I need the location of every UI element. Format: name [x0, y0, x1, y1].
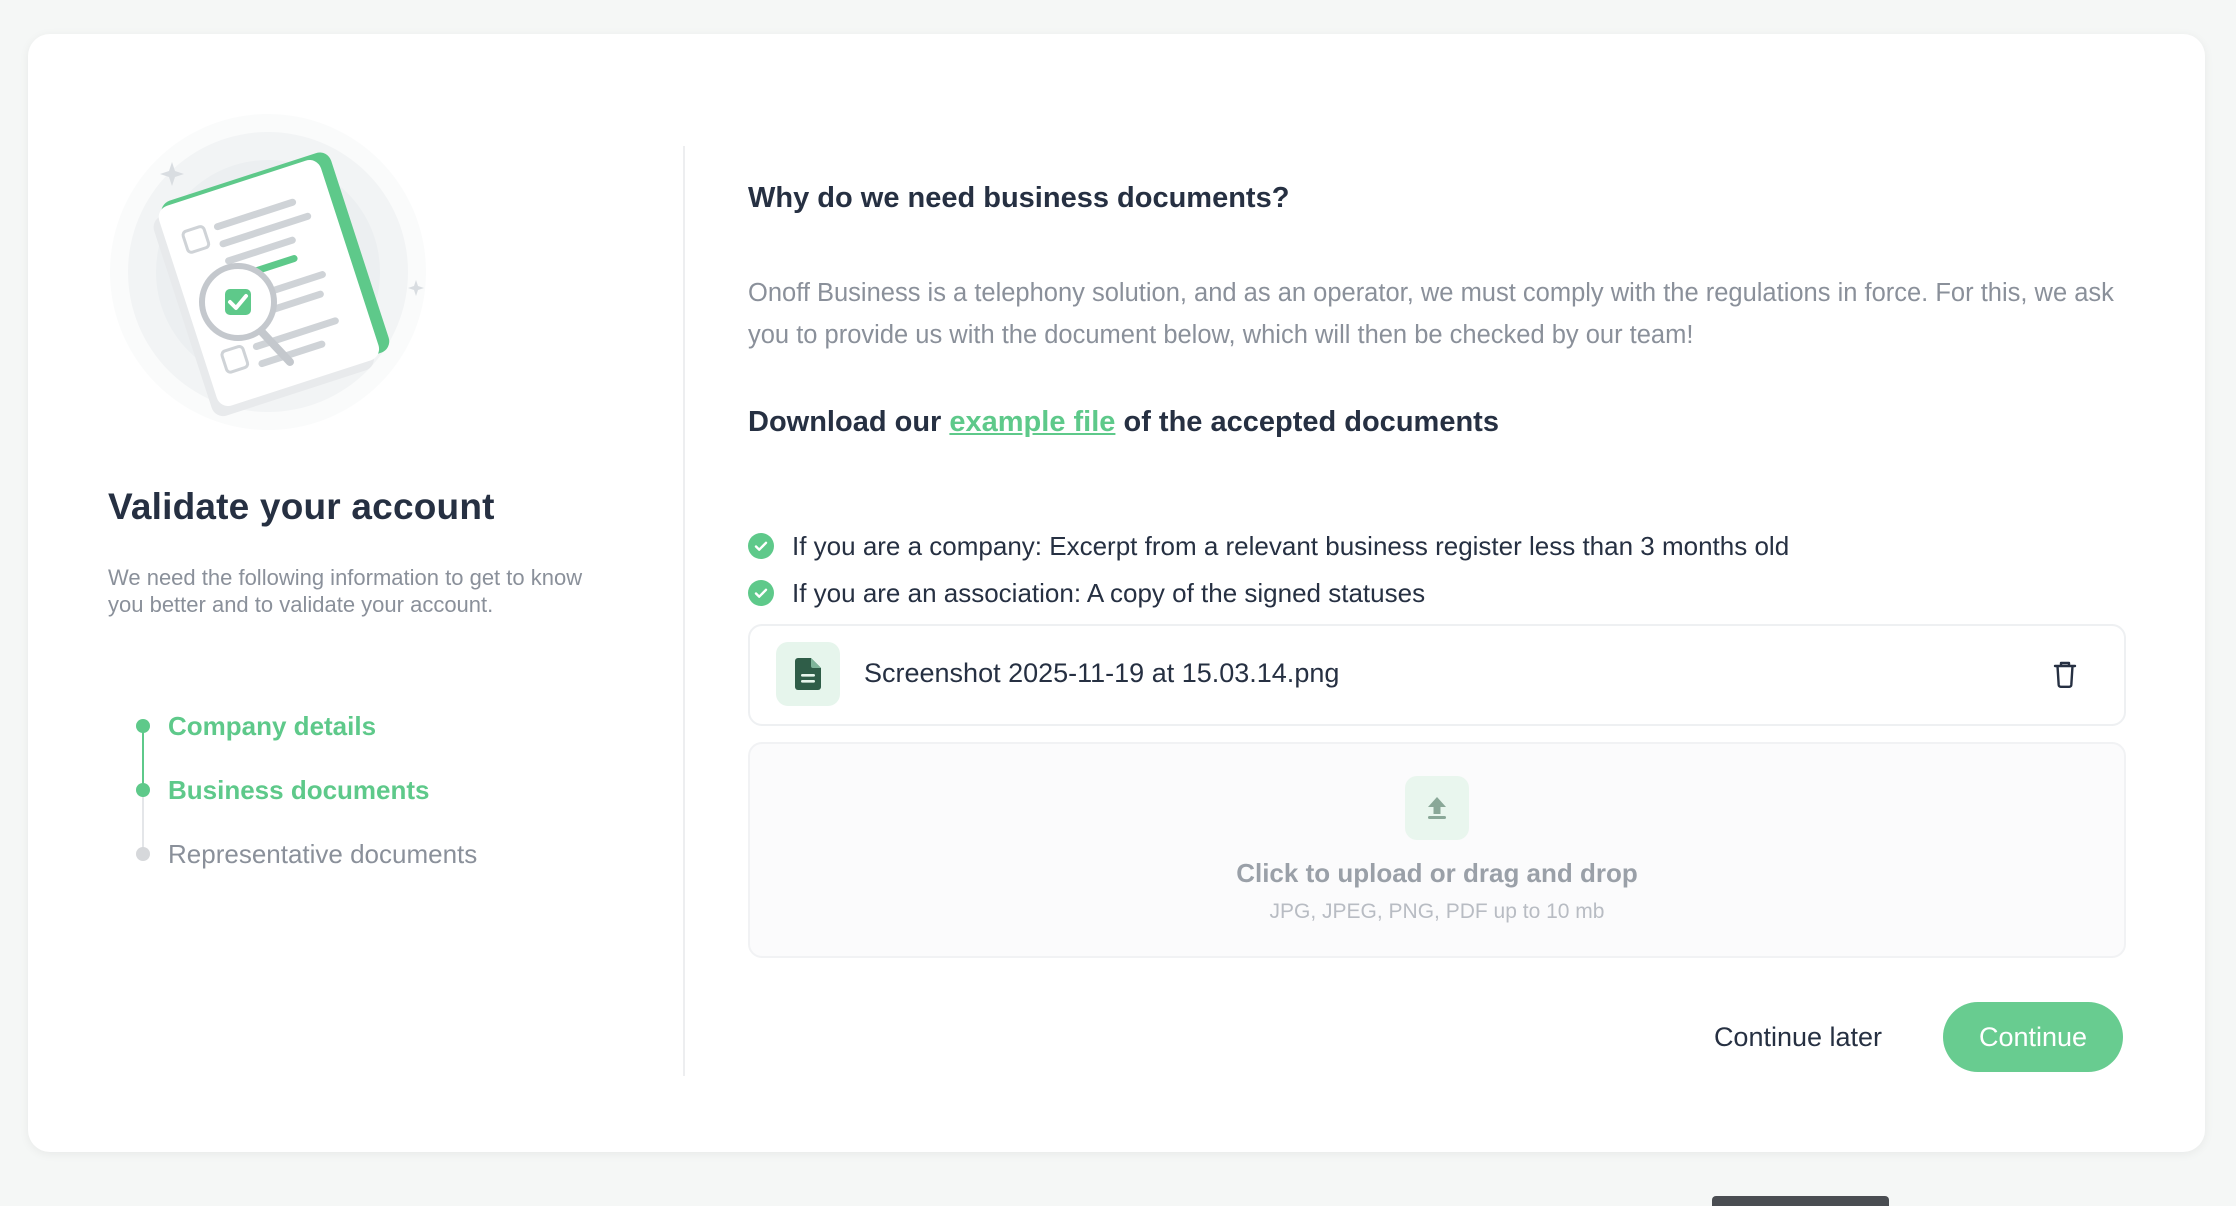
stepper-line-complete [142, 726, 144, 790]
download-example-line: Download our example file of the accepte… [748, 406, 1499, 439]
example-file-link[interactable]: example file [949, 406, 1115, 438]
page-title: Validate your account [108, 486, 495, 527]
dropzone-title: Click to upload or drag and drop [1236, 858, 1638, 888]
requirement-text: If you are an association: A copy of the… [792, 577, 1426, 608]
step-dot [136, 847, 150, 861]
download-suffix: of the accepted documents [1123, 406, 1499, 438]
step-dot [136, 719, 150, 733]
requirement-item: If you are an association: A copy of the… [748, 573, 1425, 613]
section-description: Onoff Business is a telephony solution, … [748, 279, 2114, 349]
section-title: Why do we need business documents? [748, 182, 1290, 214]
documents-illustration [110, 114, 426, 430]
document-icon [776, 642, 840, 706]
progress-stepper: Company details Business documents Repre… [108, 702, 608, 922]
main-content: Why do we need business documents? Onoff… [748, 34, 2148, 1152]
step-label: Company details [168, 710, 377, 741]
stepper-line-pending [142, 790, 144, 854]
continue-later-button[interactable]: Continue later [1688, 1002, 1908, 1072]
onboarding-card: Validate your account We need the follow… [28, 34, 2205, 1152]
uploaded-file-name: Screenshot 2025-11-19 at 15.03.14.png [864, 658, 1340, 688]
check-circle-icon [748, 580, 774, 606]
step-dot [136, 783, 150, 797]
download-prefix: Download our [748, 406, 942, 438]
dropzone-hint: JPG, JPEG, PNG, PDF up to 10 mb [1269, 900, 1605, 923]
check-circle-icon [748, 533, 774, 559]
sidebar: Validate your account We need the follow… [108, 34, 638, 1152]
upload-dropzone[interactable]: Click to upload or drag and drop JPG, JP… [748, 742, 2126, 958]
upload-icon [1405, 776, 1469, 840]
step-label: Business documents [168, 774, 430, 805]
uploaded-file-row: Screenshot 2025-11-19 at 15.03.14.png [748, 624, 2126, 726]
tooltip [1712, 1196, 1889, 1206]
continue-button[interactable]: Continue [1943, 1002, 2123, 1072]
trash-icon [2053, 661, 2077, 688]
requirement-item: If you are a company: Excerpt from a rel… [748, 526, 1789, 566]
page-description: We need the following information to get… [108, 565, 583, 617]
requirement-text: If you are a company: Excerpt from a rel… [792, 530, 1790, 561]
step-label: Representative documents [168, 838, 478, 869]
delete-file-button[interactable] [2048, 656, 2082, 692]
column-divider [683, 146, 685, 1076]
